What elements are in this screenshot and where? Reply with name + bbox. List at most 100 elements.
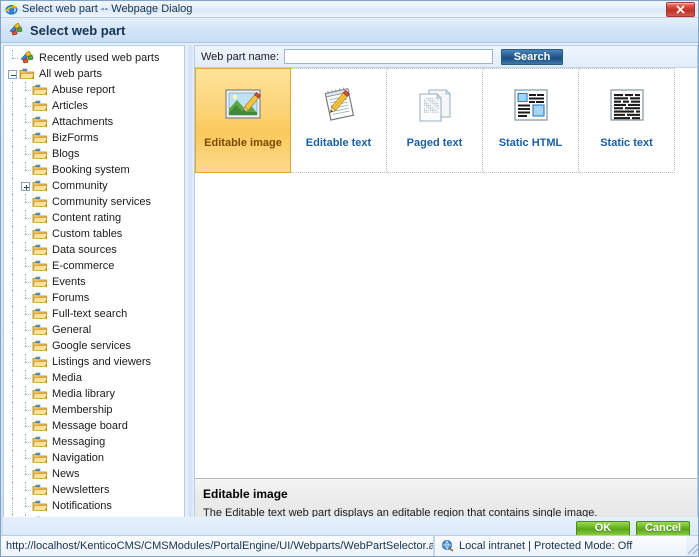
- webpart-card-label: Static text: [600, 137, 653, 149]
- tree-item-forums[interactable]: Forums: [6, 290, 184, 306]
- tree-item-google-services[interactable]: Google services: [6, 338, 184, 354]
- webpart-card-editable-image[interactable]: Editable image: [195, 68, 291, 173]
- tree-item-newsletters[interactable]: Newsletters: [6, 482, 184, 498]
- tree-connector: [19, 290, 32, 306]
- folder-icon: [32, 210, 48, 226]
- webpart-cards-row: Editable imageEditable textPaged textSta…: [195, 68, 697, 173]
- tree-connector: [19, 130, 32, 146]
- tree-item-full-text-search[interactable]: Full-text search: [6, 306, 184, 322]
- tree-item-blogs[interactable]: Blogs: [6, 146, 184, 162]
- tree-connector: [19, 434, 32, 450]
- tree-connector: [19, 242, 32, 258]
- tree-item-general[interactable]: General: [6, 322, 184, 338]
- tree-item-label: Data sources: [52, 242, 117, 258]
- tree-item-content-rating[interactable]: Content rating: [6, 210, 184, 226]
- tree-indent: [6, 450, 19, 466]
- tree-item-data-sources[interactable]: Data sources: [6, 242, 184, 258]
- folder-icon: [32, 162, 48, 178]
- tree-scroll-area[interactable]: Recently used web partsAll web partsAbus…: [4, 46, 184, 534]
- cancel-button[interactable]: Cancel: [636, 521, 690, 536]
- collapse-icon[interactable]: [6, 66, 19, 82]
- folder-icon: [32, 450, 48, 466]
- webpart-card-static-text[interactable]: Static text: [579, 68, 675, 173]
- tree-connector: [19, 162, 32, 178]
- globe-icon: [441, 539, 455, 553]
- tree-item-label: Newsletters: [52, 482, 109, 498]
- tree-connector: [19, 274, 32, 290]
- tree-item-events[interactable]: Events: [6, 274, 184, 290]
- webpart-puzzle-icon: [19, 50, 35, 66]
- tree-connector: [19, 258, 32, 274]
- tree-indent: [6, 82, 19, 98]
- tree-item-label: General: [52, 322, 91, 338]
- tree-item-label: Content rating: [52, 210, 121, 226]
- tree-connector: [19, 418, 32, 434]
- tree-indent: [6, 114, 19, 130]
- ie-browser-icon: [5, 3, 18, 16]
- tree-item-recently-used-web-parts[interactable]: Recently used web parts: [6, 50, 184, 66]
- tree-indent: [6, 306, 19, 322]
- tree-item-news[interactable]: News: [6, 466, 184, 482]
- close-icon[interactable]: [666, 2, 695, 17]
- webpart-card-label: Editable image: [204, 137, 282, 149]
- tree-item-navigation[interactable]: Navigation: [6, 450, 184, 466]
- search-label: Web part name:: [201, 51, 279, 63]
- tree-item-label: Notifications: [52, 498, 112, 514]
- folder-icon: [32, 434, 48, 450]
- folder-icon: [32, 306, 48, 322]
- tree-item-abuse-report[interactable]: Abuse report: [6, 82, 184, 98]
- expand-icon[interactable]: [19, 178, 32, 194]
- tree-item-messaging[interactable]: Messaging: [6, 434, 184, 450]
- search-input[interactable]: [284, 49, 493, 64]
- tree-item-media-library[interactable]: Media library: [6, 386, 184, 402]
- tree-item-media[interactable]: Media: [6, 370, 184, 386]
- tree-item-bizforms[interactable]: BizForms: [6, 130, 184, 146]
- tree-item-label: Abuse report: [52, 82, 115, 98]
- tree-connector: [19, 402, 32, 418]
- tree-indent: [6, 482, 19, 498]
- tree-indent: [6, 258, 19, 274]
- description-title: Editable image: [203, 487, 689, 501]
- webpart-card-static-html[interactable]: Static HTML: [483, 68, 579, 173]
- tree-item-e-commerce[interactable]: E-commerce: [6, 258, 184, 274]
- static-html-icon: [511, 85, 551, 125]
- tree-item-label: Membership: [52, 402, 113, 418]
- tree-item-notifications[interactable]: Notifications: [6, 498, 184, 514]
- editable-image-icon: [223, 85, 263, 125]
- webpart-card-paged-text[interactable]: Paged text: [387, 68, 483, 173]
- tree-item-label: Events: [52, 274, 86, 290]
- tree-connector: [19, 322, 32, 338]
- tree-indent: [6, 466, 19, 482]
- tree-indent: [6, 226, 19, 242]
- dialog-header: Select web part: [1, 18, 698, 43]
- folder-icon: [32, 482, 48, 498]
- tree-item-label: Google services: [52, 338, 131, 354]
- folder-icon: [32, 178, 48, 194]
- tree-indent: [6, 498, 19, 514]
- ok-button[interactable]: OK: [576, 521, 630, 536]
- tree-indent: [6, 194, 19, 210]
- tree-item-custom-tables[interactable]: Custom tables: [6, 226, 184, 242]
- tree-item-all-web-parts[interactable]: All web parts: [6, 66, 184, 82]
- tree-indent: [6, 338, 19, 354]
- panel-splitter[interactable]: [185, 45, 194, 535]
- resize-grip[interactable]: [686, 536, 699, 556]
- tree-connector: [19, 354, 32, 370]
- tree-item-label: Full-text search: [52, 306, 127, 322]
- webpart-category-tree[interactable]: Recently used web partsAll web partsAbus…: [3, 45, 185, 535]
- tree-item-label: Articles: [52, 98, 88, 114]
- tree-item-articles[interactable]: Articles: [6, 98, 184, 114]
- tree-item-attachments[interactable]: Attachments: [6, 114, 184, 130]
- tree-item-message-board[interactable]: Message board: [6, 418, 184, 434]
- folder-icon: [32, 386, 48, 402]
- tree-item-membership[interactable]: Membership: [6, 402, 184, 418]
- tree-item-booking-system[interactable]: Booking system: [6, 162, 184, 178]
- tree-item-label: Forums: [52, 290, 89, 306]
- tree-item-community[interactable]: Community: [6, 178, 184, 194]
- folder-icon: [32, 194, 48, 210]
- search-button[interactable]: Search: [501, 49, 563, 65]
- search-toolbar: Web part name: Search: [195, 46, 697, 68]
- tree-item-listings-and-viewers[interactable]: Listings and viewers: [6, 354, 184, 370]
- webpart-card-editable-text[interactable]: Editable text: [291, 68, 387, 173]
- tree-item-community-services[interactable]: Community services: [6, 194, 184, 210]
